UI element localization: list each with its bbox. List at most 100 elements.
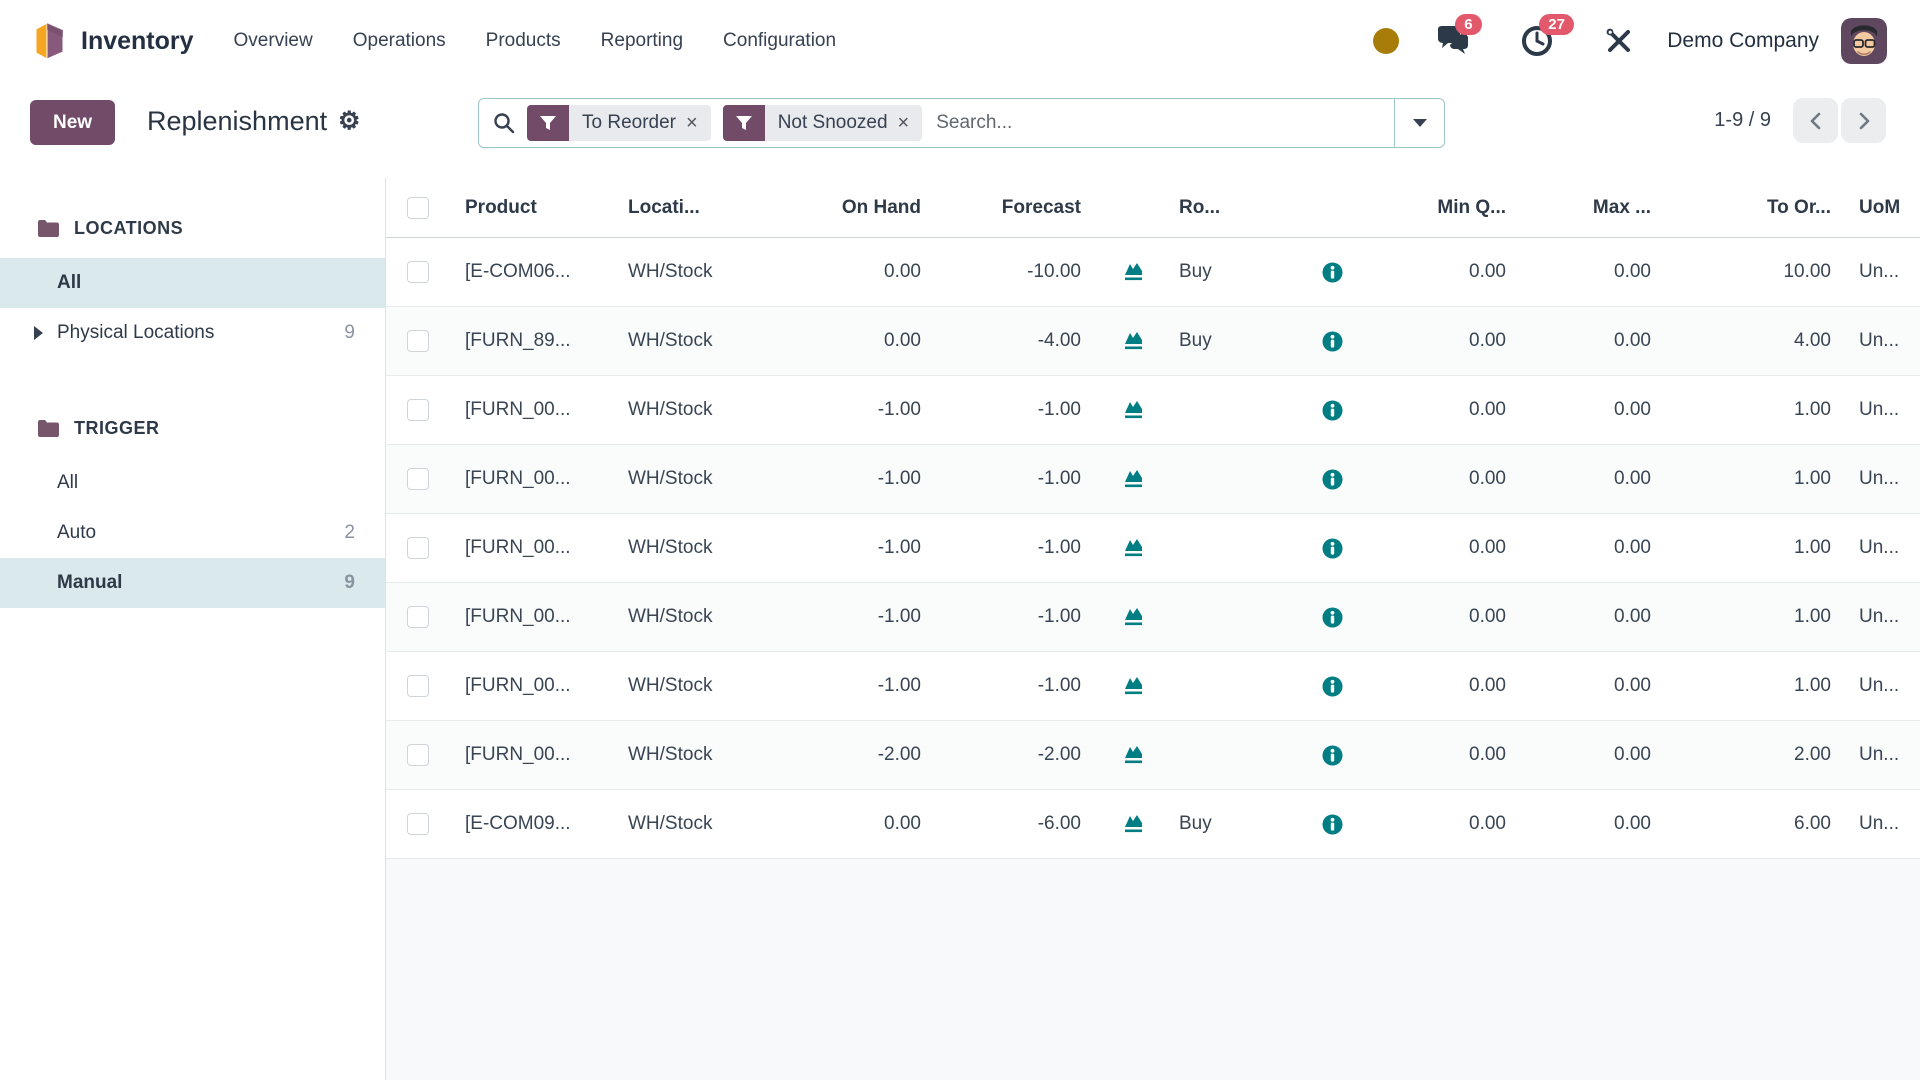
- row-checkbox[interactable]: [407, 744, 429, 766]
- min-qty-cell: 0.00: [1390, 606, 1520, 628]
- to-order-cell: 10.00: [1665, 261, 1845, 283]
- info-icon[interactable]: [1322, 814, 1343, 835]
- pager-previous-button[interactable]: [1793, 98, 1838, 143]
- row-checkbox[interactable]: [407, 261, 429, 283]
- info-icon[interactable]: [1322, 745, 1343, 766]
- info-icon[interactable]: [1322, 331, 1343, 352]
- on-hand-cell: -1.00: [760, 399, 935, 421]
- sidebar-item-label: Auto: [57, 522, 96, 544]
- row-checkbox[interactable]: [407, 330, 429, 352]
- row-checkbox[interactable]: [407, 399, 429, 421]
- column-header-uom[interactable]: UoM: [1845, 197, 1920, 219]
- route-cell: Buy: [1155, 261, 1275, 283]
- row-checkbox[interactable]: [407, 606, 429, 628]
- column-header-product[interactable]: Product: [450, 197, 620, 219]
- filter-facet-to-reorder[interactable]: To Reorder ×: [527, 105, 711, 141]
- forecast-graph-icon[interactable]: [1123, 812, 1149, 836]
- table-row[interactable]: [FURN_89... WH/Stock 0.00 -4.00 Buy 0.00…: [386, 307, 1920, 376]
- sidebar-item-trigger-auto[interactable]: Auto 2: [0, 508, 385, 558]
- sidebar-item-trigger-all[interactable]: All: [0, 458, 385, 508]
- nav-item-operations[interactable]: Operations: [353, 30, 446, 52]
- uom-cell: Un...: [1845, 468, 1920, 490]
- max-qty-cell: 0.00: [1520, 468, 1665, 490]
- nav-item-configuration[interactable]: Configuration: [723, 30, 836, 52]
- messages-button[interactable]: 6: [1435, 23, 1471, 59]
- search-input[interactable]: Search...: [936, 112, 1012, 134]
- max-qty-cell: 0.00: [1520, 330, 1665, 352]
- sidebar-item-physical-locations[interactable]: Physical Locations 9: [0, 308, 385, 358]
- facet-remove-icon[interactable]: ×: [686, 112, 698, 135]
- table-row[interactable]: [FURN_00... WH/Stock -1.00 -1.00 0.00 0.…: [386, 583, 1920, 652]
- forecast-graph-icon[interactable]: [1123, 329, 1149, 353]
- new-button[interactable]: New: [30, 100, 115, 145]
- search-bar[interactable]: To Reorder × Not Snoozed × Search...: [478, 98, 1445, 148]
- row-checkbox[interactable]: [407, 813, 429, 835]
- search-dropdown-toggle[interactable]: [1394, 99, 1444, 147]
- forecast-graph-icon[interactable]: [1123, 467, 1149, 491]
- table-row[interactable]: [FURN_00... WH/Stock -1.00 -1.00 0.00 0.…: [386, 514, 1920, 583]
- info-icon[interactable]: [1322, 538, 1343, 559]
- forecast-graph-icon[interactable]: [1123, 398, 1149, 422]
- filter-facet-not-snoozed[interactable]: Not Snoozed ×: [723, 105, 923, 141]
- product-cell: [E-COM09...: [450, 813, 620, 835]
- column-header-forecast[interactable]: Forecast: [935, 197, 1095, 219]
- location-cell: WH/Stock: [620, 468, 760, 490]
- max-qty-cell: 0.00: [1520, 261, 1665, 283]
- sidebar-item-locations-all[interactable]: All: [0, 258, 385, 308]
- row-checkbox[interactable]: [407, 675, 429, 697]
- nav-item-overview[interactable]: Overview: [234, 30, 313, 52]
- debug-tools-button[interactable]: [1601, 23, 1637, 59]
- info-icon[interactable]: [1322, 262, 1343, 283]
- user-avatar[interactable]: [1841, 18, 1887, 64]
- info-icon[interactable]: [1322, 469, 1343, 490]
- forecast-graph-icon[interactable]: [1123, 536, 1149, 560]
- table-row[interactable]: [FURN_00... WH/Stock -1.00 -1.00 0.00 0.…: [386, 652, 1920, 721]
- status-dot-icon[interactable]: [1373, 28, 1399, 54]
- view-settings-gear-icon[interactable]: ⚙: [338, 106, 360, 136]
- uom-cell: Un...: [1845, 744, 1920, 766]
- pager-next-button[interactable]: [1841, 98, 1886, 143]
- forecast-graph-icon[interactable]: [1123, 605, 1149, 629]
- max-qty-cell: 0.00: [1520, 399, 1665, 421]
- row-checkbox[interactable]: [407, 537, 429, 559]
- odoo-inventory-logo[interactable]: [29, 19, 69, 63]
- company-switcher[interactable]: Demo Company: [1667, 29, 1819, 53]
- table-row[interactable]: [FURN_00... WH/Stock -1.00 -1.00 0.00 0.…: [386, 445, 1920, 514]
- nav-item-products[interactable]: Products: [486, 30, 561, 52]
- table-row[interactable]: [FURN_00... WH/Stock -2.00 -2.00 0.00 0.…: [386, 721, 1920, 790]
- forecast-graph-icon[interactable]: [1123, 674, 1149, 698]
- info-icon[interactable]: [1322, 607, 1343, 628]
- to-order-cell: 1.00: [1665, 606, 1845, 628]
- activities-button[interactable]: 27: [1519, 23, 1555, 59]
- forecast-graph-icon[interactable]: [1123, 743, 1149, 767]
- caret-right-icon[interactable]: [34, 326, 43, 340]
- to-order-cell: 1.00: [1665, 537, 1845, 559]
- facet-remove-icon[interactable]: ×: [898, 112, 910, 135]
- sidebar-item-trigger-manual[interactable]: Manual 9: [0, 558, 385, 608]
- nav-item-reporting[interactable]: Reporting: [601, 30, 683, 52]
- table-row[interactable]: [FURN_00... WH/Stock -1.00 -1.00 0.00 0.…: [386, 376, 1920, 445]
- filter-funnel-icon: [723, 105, 765, 141]
- facet-label: Not Snoozed: [778, 112, 888, 134]
- column-header-on-hand[interactable]: On Hand: [760, 197, 935, 219]
- sidebar-spacer: [0, 358, 385, 414]
- table-row[interactable]: [E-COM06... WH/Stock 0.00 -10.00 Buy 0.0…: [386, 238, 1920, 307]
- location-cell: WH/Stock: [620, 261, 760, 283]
- column-header-max-qty[interactable]: Max ...: [1520, 197, 1665, 219]
- nav-menu: Overview Operations Products Reporting C…: [234, 30, 877, 52]
- column-header-route[interactable]: Ro...: [1155, 197, 1275, 219]
- info-icon[interactable]: [1322, 400, 1343, 421]
- to-order-cell: 1.00: [1665, 675, 1845, 697]
- select-all-checkbox[interactable]: [407, 197, 429, 219]
- min-qty-cell: 0.00: [1390, 330, 1520, 352]
- product-cell: [FURN_00...: [450, 537, 620, 559]
- app-name[interactable]: Inventory: [81, 27, 194, 56]
- row-checkbox[interactable]: [407, 468, 429, 490]
- column-header-location[interactable]: Locati...: [620, 197, 760, 219]
- uom-cell: Un...: [1845, 261, 1920, 283]
- table-row[interactable]: [E-COM09... WH/Stock 0.00 -6.00 Buy 0.00…: [386, 790, 1920, 859]
- column-header-to-order[interactable]: To Or...: [1665, 197, 1845, 219]
- forecast-graph-icon[interactable]: [1123, 260, 1149, 284]
- info-icon[interactable]: [1322, 676, 1343, 697]
- column-header-min-qty[interactable]: Min Q...: [1390, 197, 1520, 219]
